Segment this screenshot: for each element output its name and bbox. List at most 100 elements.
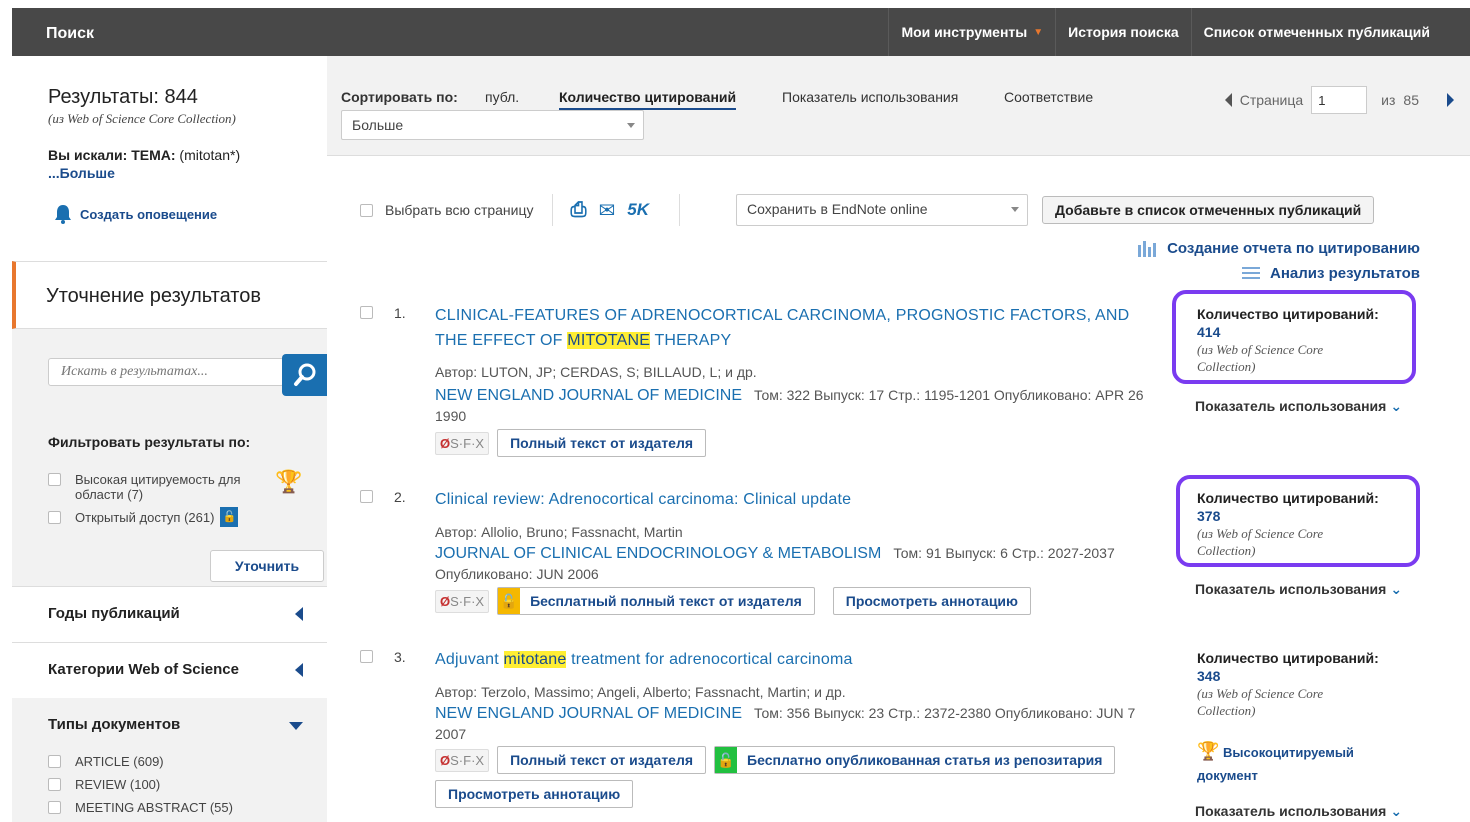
doc-type-meeting-abstract[interactable]: MEETING ABSTRACT (55)	[48, 800, 233, 815]
chevron-down-icon[interactable]	[289, 722, 303, 730]
record-number: 3.	[394, 649, 406, 665]
refine-button[interactable]: Уточнить	[210, 550, 324, 582]
page-input[interactable]	[1311, 86, 1368, 114]
sort-option-usage[interactable]: Показатель использования	[782, 89, 958, 105]
chevron-down-icon: ⌄	[1390, 398, 1403, 414]
record-title-link[interactable]: CLINICAL-FEATURES OF ADRENOCORTICAL CARC…	[435, 303, 1155, 353]
doc-type-label: REVIEW (100)	[75, 777, 161, 792]
citation-report-link[interactable]: Создание отчета по цитированию	[1137, 239, 1420, 257]
pagination: Страница из 85	[1224, 86, 1454, 114]
analyze-results-link[interactable]: Анализ результатов	[1242, 265, 1420, 282]
email-icon[interactable]: ✉	[599, 198, 616, 223]
full-text-button[interactable]: Полный текст от издателя	[497, 746, 707, 774]
sfx-label: S·F·X	[450, 752, 485, 768]
title-text: THERAPY	[650, 332, 732, 349]
checkbox[interactable]	[48, 801, 61, 814]
journal-link[interactable]: JOURNAL OF CLINICAL ENDOCRINOLOGY & META…	[435, 545, 881, 562]
search-within-input[interactable]	[48, 358, 284, 386]
repository-button[interactable]: 🔓 Бесплатно опубликованная статья из репо…	[714, 746, 1116, 774]
citation-report-label: Создание отчета по цитированию	[1167, 239, 1420, 257]
checkbox[interactable]	[48, 473, 61, 486]
times-cited-3: Количество цитирований: 348 (из Web of S…	[1197, 650, 1427, 719]
title-text: Clinical review: Adrenocortical carcinom…	[435, 491, 852, 508]
doc-type-review[interactable]: REVIEW (100)	[48, 777, 160, 792]
view-abstract-button[interactable]: Просмотреть аннотацию	[832, 587, 1031, 615]
hcd-label: Высокоцитируемый	[1223, 745, 1354, 760]
usage-label: Показатель использования	[1195, 803, 1387, 819]
title-text: Adjuvant	[435, 651, 504, 668]
sort-option-relevance[interactable]: Соответствие	[1004, 89, 1093, 105]
button-label: Бесплатный полный текст от издателя	[530, 593, 802, 609]
checkbox[interactable]	[360, 204, 373, 217]
sort-option-citations[interactable]: Количество цитирований	[559, 89, 737, 110]
record-checkbox[interactable]	[360, 306, 373, 319]
journal-link[interactable]: NEW ENGLAND JOURNAL OF MEDICINE	[435, 705, 742, 722]
more-link[interactable]: ...Больше	[48, 165, 115, 181]
usage-count-2[interactable]: Показатель использования ⌄	[1195, 581, 1402, 598]
highlight-outline	[1176, 475, 1420, 567]
button-label: Бесплатно опубликованная статья из репоз…	[747, 752, 1103, 768]
doc-type-article[interactable]: ARTICLE (609)	[48, 754, 164, 769]
filter-highly-cited[interactable]: Высокая цитируемость для области (7) 🏆	[48, 471, 302, 502]
create-alert-link[interactable]: Создать оповещение	[54, 204, 217, 224]
record-checkbox[interactable]	[360, 490, 373, 503]
sort-option-pub[interactable]: публ.	[485, 89, 519, 105]
record-title-link[interactable]: Clinical review: Adrenocortical carcinom…	[435, 487, 1155, 512]
doc-types-title[interactable]: Типы документов	[48, 716, 180, 733]
times-cited-source: (из Web of Science Core Collection)	[1197, 686, 1324, 718]
filter-open-access[interactable]: Открытый доступ (261) 🔓	[48, 507, 239, 527]
usage-label: Показатель использования	[1195, 581, 1387, 597]
search-history-label: История поиска	[1068, 24, 1179, 40]
chevron-left-icon	[295, 607, 303, 621]
doc-type-label: MEETING ABSTRACT (55)	[75, 800, 233, 815]
record-number: 2.	[394, 489, 406, 505]
add-to-marked-list-button[interactable]: Добавьте в список отмеченных публикаций	[1042, 196, 1375, 224]
record-3: 3. Adjuvant mitotane treatment for adren…	[360, 647, 1160, 822]
record-title-link[interactable]: Adjuvant mitotane treatment for adrenoco…	[435, 647, 1155, 672]
results-source: (из Web of Science Core Collection)	[48, 111, 236, 126]
sort-more-select[interactable]: Больше	[341, 110, 644, 140]
wos-categories-section[interactable]: Категории Web of Science	[12, 642, 327, 698]
checkbox[interactable]	[48, 511, 61, 524]
chevron-down-icon: ⌄	[1390, 581, 1403, 597]
trophy-icon: 🏆	[1197, 741, 1220, 761]
full-text-button[interactable]: Полный текст от издателя	[497, 429, 707, 457]
button-label: Полный текст от издателя	[510, 752, 694, 768]
dropdown-arrow-icon	[627, 123, 635, 128]
free-full-text-button[interactable]: 🔓 Бесплатный полный текст от издателя	[497, 587, 815, 615]
my-tools-menu[interactable]: Мои инструменты ▼	[888, 8, 1055, 56]
document-types-section: Типы документов ARTICLE (609) REVIEW (10…	[12, 698, 327, 822]
sort-bar: Сортировать по: публ. Количество цитиров…	[327, 56, 1470, 156]
checkbox[interactable]	[48, 755, 61, 768]
export-5k-button[interactable]: 5K	[627, 200, 649, 220]
search-within-button[interactable]	[282, 354, 327, 396]
chevron-down-icon: ⌄	[1390, 803, 1403, 819]
search-tab[interactable]: Поиск	[46, 25, 94, 43]
record-checkbox[interactable]	[360, 650, 373, 663]
usage-count-1[interactable]: Показатель использования ⌄	[1195, 398, 1402, 415]
print-icon[interactable]: ⎙	[571, 199, 587, 222]
record-authors: Автор: Allolio, Bruno; Fassnacht, Martin	[435, 524, 683, 540]
refine-results-header: Уточнение результатов	[12, 261, 327, 329]
chevron-left-icon	[295, 663, 303, 677]
highly-cited-badge[interactable]: 🏆 Высокоцитируемый документ	[1197, 740, 1354, 787]
save-to-select[interactable]: Сохранить в EndNote online	[736, 194, 1028, 226]
marked-list-link[interactable]: Список отмеченных публикаций	[1190, 8, 1442, 56]
usage-count-3[interactable]: Показатель использования ⌄	[1195, 803, 1402, 820]
select-all-page[interactable]: Выбрать всю страницу	[360, 202, 534, 218]
checkbox[interactable]	[48, 778, 61, 791]
sfx-button[interactable]: ØS·F·X	[435, 589, 490, 613]
prev-page-icon[interactable]	[1224, 93, 1232, 107]
usage-label: Показатель использования	[1195, 398, 1387, 414]
sfx-button[interactable]: ØS·F·X	[435, 431, 490, 455]
title-highlight: MITOTANE	[567, 332, 651, 349]
search-history-link[interactable]: История поиска	[1055, 8, 1190, 56]
view-abstract-button[interactable]: Просмотреть аннотацию	[435, 780, 634, 808]
page-label: Страница	[1239, 92, 1304, 108]
search-query: Вы искали: ТЕМА: (mitotan*) ...Больше	[48, 146, 240, 182]
sfx-button[interactable]: ØS·F·X	[435, 748, 490, 772]
publication-years-section[interactable]: Годы публикаций	[12, 586, 327, 642]
next-page-icon[interactable]	[1447, 93, 1454, 107]
times-cited-count[interactable]: 348	[1197, 668, 1427, 684]
journal-link[interactable]: NEW ENGLAND JOURNAL OF MEDICINE	[435, 387, 742, 404]
